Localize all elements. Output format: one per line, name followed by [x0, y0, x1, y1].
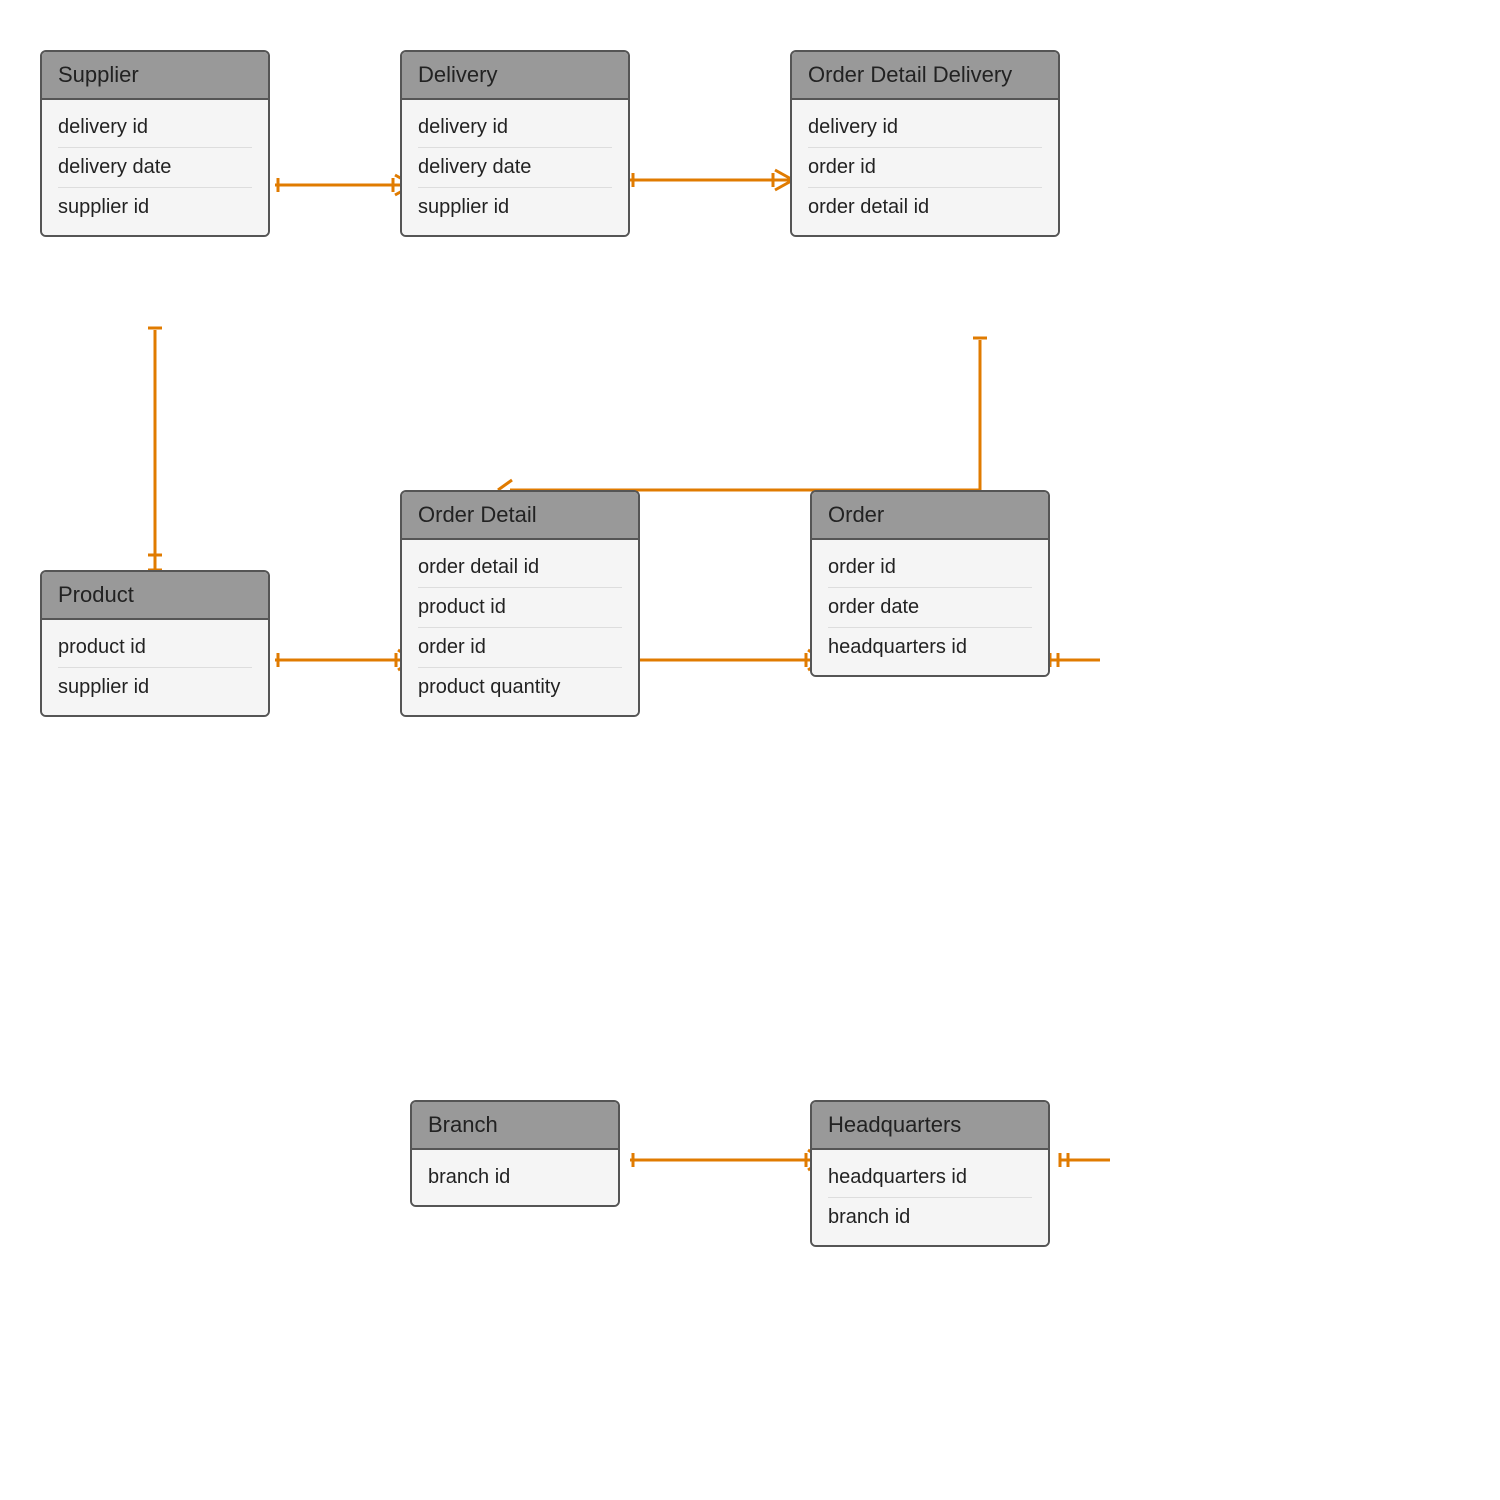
branch-header: Branch	[412, 1102, 618, 1150]
order-detail-header: Order Detail	[402, 492, 638, 540]
order-header: Order	[812, 492, 1048, 540]
delivery-table: Delivery delivery id delivery date suppl…	[400, 50, 630, 237]
order-detail-table: Order Detail order detail id product id …	[400, 490, 640, 717]
product-table: Product product id supplier id	[40, 570, 270, 717]
hq-field-1: headquarters id	[828, 1158, 1032, 1198]
supplier-table: Supplier delivery id delivery date suppl…	[40, 50, 270, 237]
od-field-3: order id	[418, 628, 622, 668]
headquarters-header: Headquarters	[812, 1102, 1048, 1150]
order-detail-delivery-table: Order Detail Delivery delivery id order …	[790, 50, 1060, 237]
order-detail-delivery-body: delivery id order id order detail id	[792, 100, 1058, 235]
od-field-1: order detail id	[418, 548, 622, 588]
delivery-field-3: supplier id	[418, 188, 612, 227]
product-field-2: supplier id	[58, 668, 252, 707]
branch-table: Branch branch id	[410, 1100, 620, 1207]
order-detail-body: order detail id product id order id prod…	[402, 540, 638, 715]
product-field-1: product id	[58, 628, 252, 668]
branch-field-1: branch id	[428, 1158, 602, 1197]
supplier-field-3: supplier id	[58, 188, 252, 227]
od-field-4: product quantity	[418, 668, 622, 707]
order-table: Order order id order date headquarters i…	[810, 490, 1050, 677]
order-field-2: order date	[828, 588, 1032, 628]
order-field-1: order id	[828, 548, 1032, 588]
product-body: product id supplier id	[42, 620, 268, 715]
odd-field-2: order id	[808, 148, 1042, 188]
delivery-body: delivery id delivery date supplier id	[402, 100, 628, 235]
odd-field-3: order detail id	[808, 188, 1042, 227]
branch-body: branch id	[412, 1150, 618, 1205]
order-detail-delivery-header: Order Detail Delivery	[792, 52, 1058, 100]
delivery-field-2: delivery date	[418, 148, 612, 188]
od-field-2: product id	[418, 588, 622, 628]
order-body: order id order date headquarters id	[812, 540, 1048, 675]
supplier-field-1: delivery id	[58, 108, 252, 148]
order-field-3: headquarters id	[828, 628, 1032, 667]
headquarters-body: headquarters id branch id	[812, 1150, 1048, 1245]
odd-field-1: delivery id	[808, 108, 1042, 148]
supplier-body: delivery id delivery date supplier id	[42, 100, 268, 235]
delivery-header: Delivery	[402, 52, 628, 100]
supplier-field-2: delivery date	[58, 148, 252, 188]
supplier-header: Supplier	[42, 52, 268, 100]
headquarters-table: Headquarters headquarters id branch id	[810, 1100, 1050, 1247]
product-header: Product	[42, 572, 268, 620]
delivery-field-1: delivery id	[418, 108, 612, 148]
hq-field-2: branch id	[828, 1198, 1032, 1237]
